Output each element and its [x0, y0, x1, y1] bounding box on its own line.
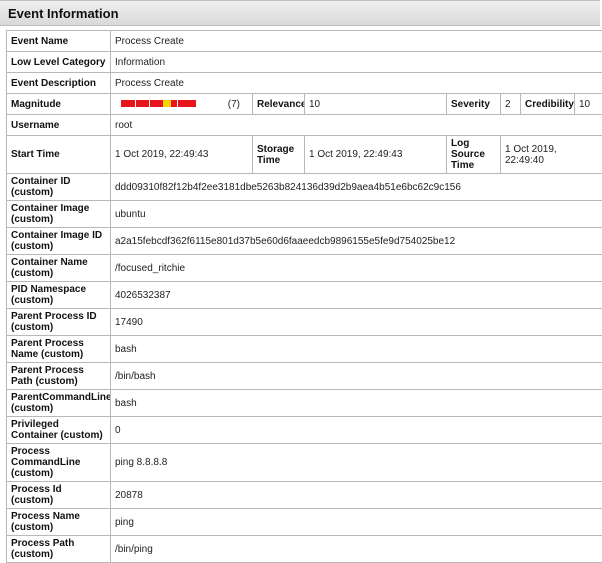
severity-label: Severity [447, 94, 501, 115]
custom-property-label: Process Name (custom) [7, 509, 111, 536]
table-row: Event Name Process Create [7, 31, 602, 52]
severity-value: 2 [501, 94, 521, 115]
log-source-time-value: 1 Oct 2019, 22:49:40 [501, 136, 602, 174]
storage-time-label: Storage Time [253, 136, 305, 174]
start-time-label: Start Time [7, 136, 111, 174]
event-description-label: Event Description [7, 73, 111, 94]
table-row: Process Id (custom)20878 [7, 482, 602, 509]
custom-property-value: bash [111, 336, 602, 363]
table-row: Parent Process ID (custom)17490 [7, 309, 602, 336]
custom-property-value: 17490 [111, 309, 602, 336]
relevance-value: 10 [305, 94, 447, 115]
table-row: Container ID (custom)ddd09310f82f12b4f2e… [7, 174, 602, 201]
custom-property-value: /bin/ping [111, 536, 602, 563]
custom-property-label: Process CommandLine (custom) [7, 444, 111, 482]
table-row: Container Image ID (custom)a2a15febcdf36… [7, 228, 602, 255]
magnitude-bar-marker [163, 100, 171, 107]
custom-property-label: Parent Process ID (custom) [7, 309, 111, 336]
table-row: Username root [7, 115, 602, 136]
username-value: root [111, 115, 602, 136]
custom-property-label: Container Image (custom) [7, 201, 111, 228]
start-time-value: 1 Oct 2019, 22:49:43 [111, 136, 253, 174]
event-description-value: Process Create [111, 73, 602, 94]
table-row: Parent Process Path (custom)/bin/bash [7, 363, 602, 390]
event-name-value: Process Create [111, 31, 602, 52]
custom-property-label: Parent Process Name (custom) [7, 336, 111, 363]
custom-property-value: /bin/bash [111, 363, 602, 390]
event-info-table: Event Name Process Create Low Level Cate… [6, 30, 602, 563]
relevance-label: Relevance [253, 94, 305, 115]
custom-property-value: ddd09310f82f12b4f2ee3181dbe5263b824136d3… [111, 174, 602, 201]
event-information-panel: Event Information Event Name Process Cre… [0, 0, 600, 532]
custom-property-label: Privileged Container (custom) [7, 417, 111, 444]
table-row: Start Time 1 Oct 2019, 22:49:43 Storage … [7, 136, 602, 174]
panel-title: Event Information [8, 6, 119, 21]
custom-property-value: /focused_ritchie [111, 255, 602, 282]
custom-property-value: 0 [111, 417, 602, 444]
custom-property-label: PID Namespace (custom) [7, 282, 111, 309]
table-row: Process CommandLine (custom)ping 8.8.8.8 [7, 444, 602, 482]
custom-property-value: ping 8.8.8.8 [111, 444, 602, 482]
custom-property-label: Process Path (custom) [7, 536, 111, 563]
table-row: Magnitude (7) Relevance 10 Severity 2 [7, 94, 602, 115]
custom-properties: Container ID (custom)ddd09310f82f12b4f2e… [7, 174, 602, 563]
magnitude-bar-divider [149, 100, 150, 107]
custom-property-label: Container Image ID (custom) [7, 228, 111, 255]
magnitude-label: Magnitude [7, 94, 111, 115]
username-label: Username [7, 115, 111, 136]
table-row: Process Path (custom)/bin/ping [7, 536, 602, 563]
custom-property-value: a2a15febcdf362f6115e801d37b5e60d6faaeedc… [111, 228, 602, 255]
low-level-category-label: Low Level Category [7, 52, 111, 73]
low-level-category-value: Information [111, 52, 602, 73]
table-row: Privileged Container (custom)0 [7, 417, 602, 444]
table-row: ParentCommandLine (custom)bash [7, 390, 602, 417]
table-row: PID Namespace (custom)4026532387 [7, 282, 602, 309]
table-row: Container Name (custom)/focused_ritchie [7, 255, 602, 282]
custom-property-value: bash [111, 390, 602, 417]
table-wrapper: Event Name Process Create Low Level Cate… [0, 26, 600, 563]
custom-property-label: Container Name (custom) [7, 255, 111, 282]
table-row: Event Description Process Create [7, 73, 602, 94]
credibility-label: Credibility [521, 94, 575, 115]
custom-property-value: ubuntu [111, 201, 602, 228]
custom-property-label: Parent Process Path (custom) [7, 363, 111, 390]
custom-property-label: ParentCommandLine (custom) [7, 390, 111, 417]
magnitude-bar-divider [177, 100, 178, 107]
custom-property-value: 4026532387 [111, 282, 602, 309]
credibility-value: 10 [575, 94, 602, 115]
storage-time-value: 1 Oct 2019, 22:49:43 [305, 136, 447, 174]
panel-header: Event Information [0, 0, 600, 26]
custom-property-label: Process Id (custom) [7, 482, 111, 509]
magnitude-bar [121, 100, 196, 107]
custom-property-value: ping [111, 509, 602, 536]
event-name-label: Event Name [7, 31, 111, 52]
magnitude-number: (7) [228, 99, 240, 110]
log-source-time-label: Log Source Time [447, 136, 501, 174]
table-row: Low Level Category Information [7, 52, 602, 73]
magnitude-value: (7) [111, 94, 253, 115]
table-row: Container Image (custom)ubuntu [7, 201, 602, 228]
magnitude-bar-divider [135, 100, 136, 107]
table-row: Parent Process Name (custom)bash [7, 336, 602, 363]
table-row: Process Name (custom)ping [7, 509, 602, 536]
custom-property-label: Container ID (custom) [7, 174, 111, 201]
custom-property-value: 20878 [111, 482, 602, 509]
